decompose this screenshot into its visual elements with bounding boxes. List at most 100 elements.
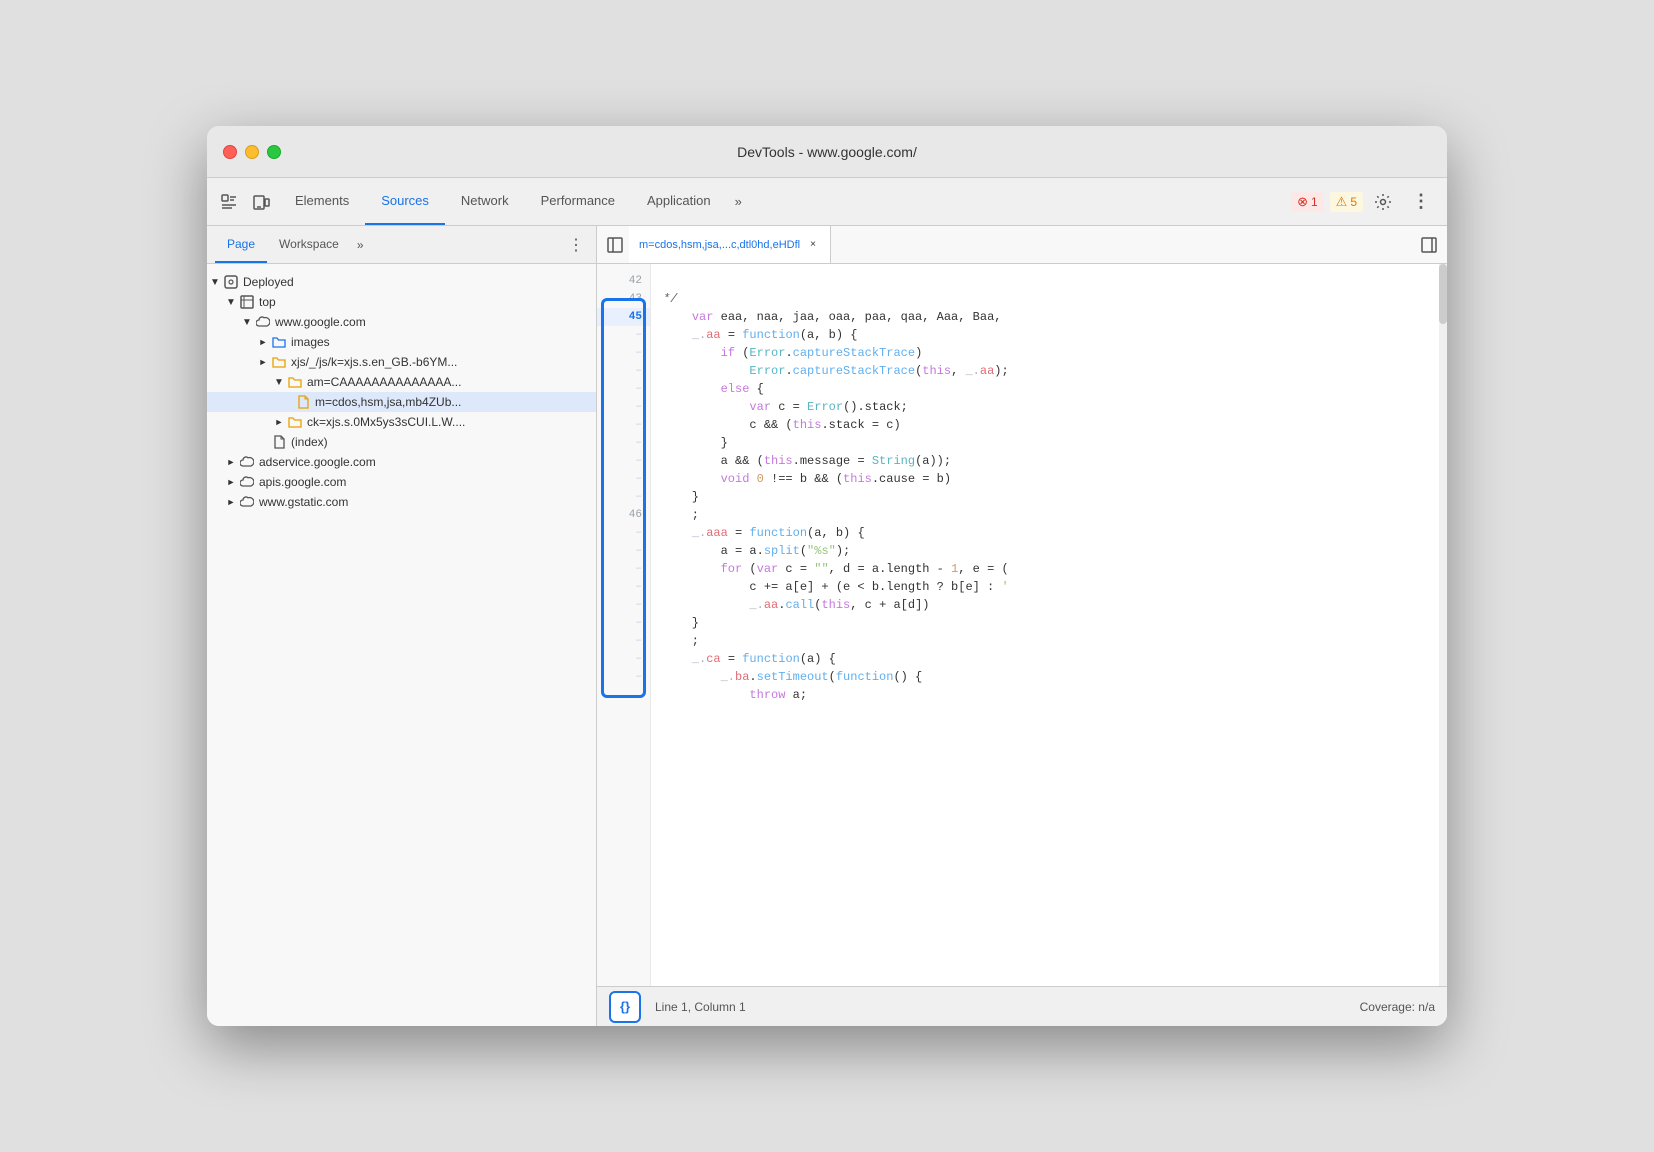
tab-workspace[interactable]: Workspace [267,226,351,263]
line-number-dash: – [597,542,650,560]
line-number-dash: – [597,632,650,650]
tab-sources[interactable]: Sources [365,178,445,225]
code-tab-close-button[interactable]: × [806,238,820,252]
panel-menu-button[interactable]: ⋮ [564,233,588,257]
panel-tab-bar: Page Workspace » ⋮ [207,226,596,264]
code-tab-label: m=cdos,hsm,jsa,...c,dtl0hd,eHDfl [639,239,800,251]
tree-arrow: ▼ [271,374,287,390]
list-item[interactable]: ▼ Deployed [207,272,596,292]
error-icon: ⊗ [1297,194,1308,210]
list-item[interactable]: ► apis.google.com [207,472,596,492]
list-item[interactable]: m=cdos,hsm,jsa,mb4ZUb... [207,392,596,412]
list-item[interactable]: ▼ www.google.com [207,312,596,332]
line-number-dash: – [597,650,650,668]
list-item[interactable]: ► adservice.google.com [207,452,596,472]
code-editor[interactable]: 42 43 45 – – – – – – – – – – 46 – – – [597,264,1447,986]
maximize-button[interactable] [267,145,281,159]
scrollbar[interactable] [1439,264,1447,986]
line-number-dash: – [597,380,650,398]
list-item[interactable]: ► www.gstatic.com [207,492,596,512]
panel-tab-more[interactable]: » [351,238,370,252]
line-number-dash: – [597,668,650,686]
devtools-window: DevTools - www.google.com/ Elements [207,126,1447,1026]
line-number-dash: – [597,398,650,416]
list-item[interactable]: ▼ top [207,292,596,312]
tree-label: (index) [291,435,328,449]
main-content: Page Workspace » ⋮ ▼ [207,226,1447,1026]
tree-label: Deployed [243,275,294,289]
tree-label: am=CAAAAAAAAAAAAAA... [307,375,461,389]
folder-orange-icon [271,354,287,370]
inspect-icon[interactable] [215,188,243,216]
folder-icon [271,334,287,350]
right-panel: m=cdos,hsm,jsa,...c,dtl0hd,eHDfl × [597,226,1447,1026]
tree-arrow [255,434,271,450]
tree-arrow: ► [255,334,271,350]
tab-elements[interactable]: Elements [279,178,365,225]
line-number-dash: – [597,434,650,452]
tree-label: xjs/_/js/k=xjs.s.en_GB.-b6YM... [291,355,457,369]
minimize-button[interactable] [245,145,259,159]
tree-arrow: ► [223,454,239,470]
titlebar: DevTools - www.google.com/ [207,126,1447,178]
list-item[interactable]: ► xjs/_/js/k=xjs.s.en_GB.-b6YM... [207,352,596,372]
line-number-dash: – [597,470,650,488]
close-button[interactable] [223,145,237,159]
sidebar-toggle-icon[interactable] [601,231,629,259]
more-options-icon[interactable]: ⋮ [1407,188,1435,216]
tree-arrow: ► [223,474,239,490]
tree-label: www.google.com [275,315,366,329]
settings-icon[interactable] [1369,188,1397,216]
warning-badge[interactable]: ⚠ 5 [1330,192,1363,212]
tab-page[interactable]: Page [215,226,267,263]
tree-label: m=cdos,hsm,jsa,mb4ZUb... [315,395,461,409]
left-panel: Page Workspace » ⋮ ▼ [207,226,597,1026]
line-number: 46 [597,506,650,524]
folder-orange-icon [287,414,303,430]
status-bar: {} Line 1, Column 1 Coverage: n/a [597,986,1447,1026]
code-tab-active[interactable]: m=cdos,hsm,jsa,...c,dtl0hd,eHDfl × [629,226,831,263]
tree-arrow: ▼ [239,314,255,330]
list-item[interactable]: (index) [207,432,596,452]
list-item[interactable]: ► ck=xjs.s.0Mx5ys3sCUI.L.W.... [207,412,596,432]
tab-right-icons: ⊗ 1 ⚠ 5 ⋮ [1291,188,1439,216]
line-number-dash: – [597,416,650,434]
warning-icon: ⚠ [1336,194,1348,210]
list-item[interactable]: ► images [207,332,596,352]
line-number: 42 [597,272,650,290]
list-item[interactable]: ▼ am=CAAAAAAAAAAAAAA... [207,372,596,392]
frame-icon [239,294,255,310]
line-number-dash: – [597,578,650,596]
code-content: */ var eaa, naa, jaa, oaa, paa, qaa, Aaa… [651,264,1439,986]
cursor-position: Line 1, Column 1 [655,1000,746,1014]
coverage-status: Coverage: n/a [1360,1000,1435,1014]
error-badge[interactable]: ⊗ 1 [1291,192,1324,212]
line-number-dash: – [597,344,650,362]
tab-application[interactable]: Application [631,178,727,225]
cloud-icon [239,494,255,510]
scrollbar-thumb[interactable] [1439,264,1447,324]
code-panel-toggle-icon[interactable] [1415,231,1443,259]
tab-performance[interactable]: Performance [525,178,631,225]
traffic-lights [223,145,281,159]
cloud-icon [239,454,255,470]
deployed-icon [223,274,239,290]
devtools-tab-bar: Elements Sources Network Performance App… [207,178,1447,226]
line-numbers: 42 43 45 – – – – – – – – – – 46 – – – [597,264,651,986]
tab-more-button[interactable]: » [727,178,750,225]
tree-arrow: ► [255,354,271,370]
tree-arrow: ▼ [207,274,223,290]
line-number-dash: – [597,326,650,344]
line-number-dash: – [597,452,650,470]
tab-list: Elements Sources Network Performance App… [279,178,1291,225]
device-icon[interactable] [247,188,275,216]
tree-label: ck=xjs.s.0Mx5ys3sCUI.L.W.... [307,415,465,429]
cloud-icon [255,314,271,330]
line-number-dash: – [597,614,650,632]
line-number-dash: – [597,524,650,542]
line-number-dash: – [597,488,650,506]
tree-arrow [287,394,295,410]
format-button[interactable]: {} [609,991,641,1023]
line-number-dash: – [597,596,650,614]
tab-network[interactable]: Network [445,178,525,225]
